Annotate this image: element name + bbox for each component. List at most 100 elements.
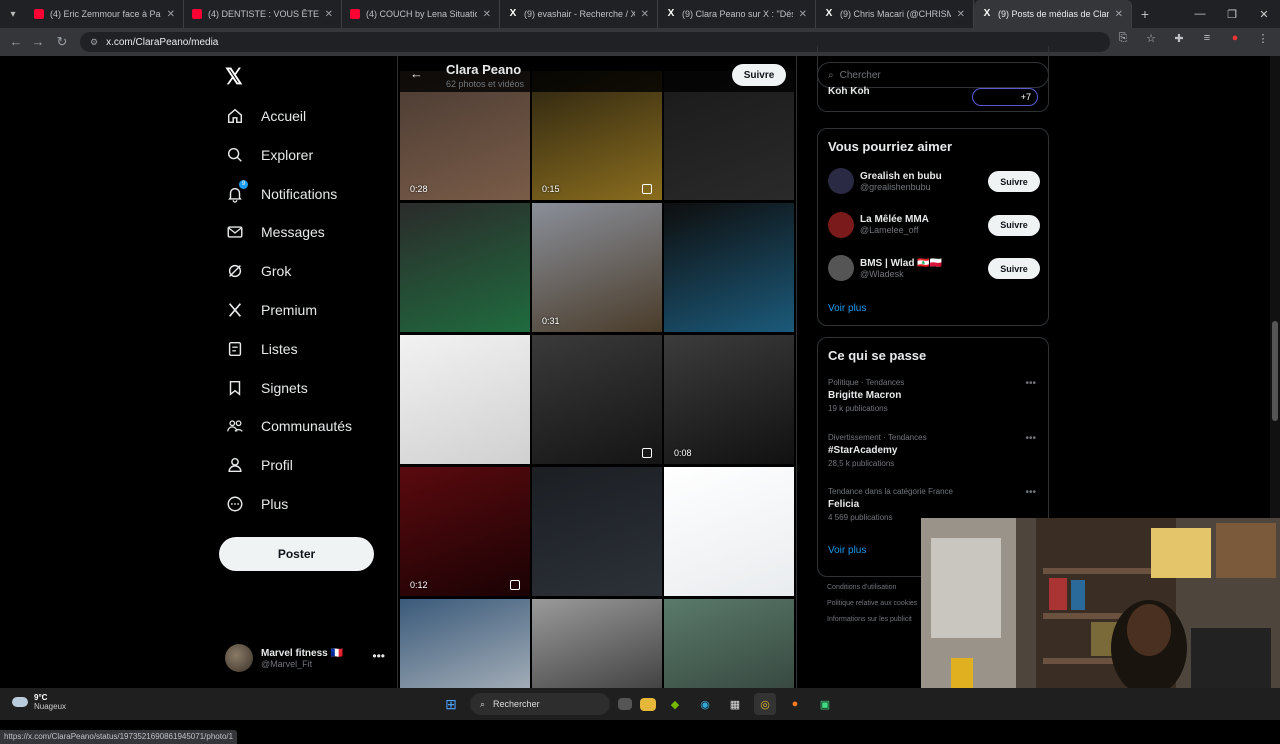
app-icon[interactable]: ▣ [814, 693, 836, 715]
browser-tab[interactable]: (4) DENTISTE : VOUS ÊTES SALI ✕ [184, 0, 342, 28]
chrome-icon[interactable]: ◎ [754, 693, 776, 715]
browser-tab[interactable]: X (9) Clara Peano sur X : "Désolé ✕ [658, 0, 816, 28]
nav-item-listes[interactable]: Listes [225, 334, 298, 364]
media-thumbnail[interactable] [400, 203, 530, 332]
envelope-icon [225, 222, 245, 242]
follow-button[interactable]: Suivre [988, 214, 1040, 236]
group-avatars-badge[interactable]: +7 [972, 88, 1038, 106]
site-info-icon[interactable]: ⚙ [90, 37, 98, 48]
edge-icon[interactable]: ◉ [694, 693, 716, 715]
avatar [828, 168, 854, 194]
trend-category: Politique · Tendances [828, 378, 905, 387]
trend-item[interactable]: Divertissement · Tendances #StarAcademy 28… [828, 433, 1040, 468]
browser-tab[interactable]: X (9) Posts de médias de Clara Pe ✕ [974, 0, 1132, 28]
extensions-icon[interactable]: ✚ [1170, 32, 1188, 45]
video-duration: 0:12 [410, 580, 428, 590]
media-thumbnail[interactable] [664, 467, 794, 596]
nav-item-communautés[interactable]: Communautés [225, 411, 352, 441]
close-tab-icon[interactable]: ✕ [325, 9, 333, 20]
more-circle-icon [225, 494, 245, 514]
close-tab-icon[interactable]: ✕ [957, 9, 965, 20]
footer-link[interactable]: Conditions d'utilisation [827, 580, 917, 596]
close-window-button[interactable]: ✕ [1248, 0, 1280, 28]
nav-item-signets[interactable]: Signets [225, 373, 308, 403]
firefox-icon[interactable]: ● [784, 693, 806, 715]
profile-avatar-icon[interactable]: ● [1226, 32, 1244, 45]
nav-item-profil[interactable]: Profil [225, 450, 293, 480]
suggestion-row[interactable]: La Mêlée MMA @Lamelee_off Suivre [828, 210, 1040, 240]
install-icon[interactable]: ⎘ [1114, 32, 1132, 45]
browser-tab[interactable]: X (9) Chris Macari (@CHRISMAC ✕ [816, 0, 974, 28]
bookmark-star-icon[interactable]: ☆ [1142, 32, 1160, 45]
close-tab-icon[interactable]: ✕ [799, 9, 807, 20]
footer-link[interactable]: Politique relative aux cookies [827, 596, 917, 612]
nav-item-notifications[interactable]: 9 Notifications [225, 179, 337, 209]
weather-widget[interactable]: 9°C Nuageux [12, 693, 66, 711]
media-thumbnail[interactable] [532, 335, 662, 464]
post-button[interactable]: Poster [219, 537, 374, 571]
suggestion-row[interactable]: Grealish en bubu @grealishenbubu Suivre [828, 166, 1040, 196]
back-arrow-icon[interactable]: ← [410, 66, 423, 81]
media-thumbnail[interactable] [400, 599, 530, 688]
suggestion-row[interactable]: BMS | Wlad 🇱🇧🇵🇱 @Wladesk Suivre [828, 253, 1040, 283]
close-tab-icon[interactable]: ✕ [483, 9, 491, 20]
minimize-button[interactable]: — [1184, 0, 1216, 28]
footer-link[interactable]: Informations sur les publicit [827, 612, 917, 628]
more-dots-icon[interactable]: ••• [1025, 378, 1036, 389]
account-switcher[interactable]: Marvel fitness 🇫🇷 @Marvel_Fit ••• [225, 641, 385, 675]
follow-button[interactable]: Suivre [988, 171, 1040, 192]
media-thumbnail[interactable] [400, 335, 530, 464]
reading-list-icon[interactable]: ≡ [1198, 32, 1216, 45]
scrollbar-thumb[interactable] [1272, 321, 1278, 421]
tab-list-button[interactable]: ▾ [0, 0, 26, 28]
media-thumbnail[interactable]: 0:12 [400, 467, 530, 596]
nav-item-messages[interactable]: Messages [225, 217, 325, 247]
taskbar-search[interactable]: ⌕ Rechercher [470, 693, 610, 715]
file-explorer-icon[interactable] [640, 697, 656, 711]
browser-tab[interactable]: (4) Eric Zemmour face à Pascal ✕ [26, 0, 184, 28]
media-thumbnail[interactable]: 0:31 [532, 203, 662, 332]
media-thumbnail[interactable]: 0:20 [664, 599, 794, 688]
forward-arrow-icon[interactable]: → [26, 34, 50, 49]
trends-see-more-link[interactable]: Voir plus [828, 545, 866, 556]
media-thumbnail[interactable]: 0:08 [664, 335, 794, 464]
follow-button[interactable]: Suivre [732, 64, 786, 86]
x-logo-icon[interactable]: 𝕏 [225, 64, 243, 90]
browser-tab[interactable]: X (9) evashair - Recherche / X ✕ [500, 0, 658, 28]
close-tab-icon[interactable]: ✕ [167, 9, 175, 20]
close-tab-icon[interactable]: ✕ [641, 9, 649, 20]
url-text: x.com/ClaraPeano/media [106, 36, 219, 48]
nav-item-premium[interactable]: Premium [225, 295, 317, 325]
media-thumbnail[interactable] [532, 599, 662, 688]
avatar [828, 255, 854, 281]
back-arrow-icon[interactable]: ← [4, 34, 28, 49]
more-dots-icon[interactable]: ••• [1025, 487, 1036, 498]
nav-item-accueil[interactable]: Accueil [225, 101, 306, 131]
trend-title: #StarAcademy [828, 444, 898, 456]
browser-menu-icon[interactable]: ⋮ [1254, 32, 1272, 45]
media-thumbnail[interactable] [664, 203, 794, 332]
task-view-icon[interactable] [618, 698, 632, 710]
trend-item[interactable]: Tendance dans la catégorie France Felicia… [828, 487, 1040, 522]
new-tab-button[interactable]: + [1132, 6, 1158, 22]
close-tab-icon[interactable]: ✕ [1115, 9, 1123, 20]
left-navigation: 𝕏 Accueil Explorer 9 Notifications Messages G… [215, 56, 395, 688]
store-icon[interactable]: ▦ [724, 693, 746, 715]
youtube-icon [350, 9, 360, 19]
nav-item-plus[interactable]: Plus [225, 489, 288, 519]
follow-button[interactable]: Suivre [988, 258, 1040, 279]
nav-item-explorer[interactable]: Explorer [225, 140, 313, 170]
trend-item[interactable]: Politique · Tendances Brigitte Macron 19 k… [828, 378, 1040, 413]
more-dots-icon[interactable]: ••• [372, 649, 385, 663]
browser-tab[interactable]: (4) COUCH by Lena Situations ✕ [342, 0, 500, 28]
more-dots-icon[interactable]: ••• [1025, 433, 1036, 444]
see-more-link[interactable]: Voir plus [828, 303, 866, 314]
tab-title: (4) Eric Zemmour face à Pascal [50, 9, 161, 19]
nav-item-grok[interactable]: Grok [225, 256, 291, 286]
windows-start-icon[interactable]: ⊞ [440, 693, 462, 715]
reload-icon[interactable]: ↻ [50, 34, 74, 50]
media-thumbnail[interactable] [532, 467, 662, 596]
maximize-button[interactable]: ❐ [1216, 0, 1248, 28]
video-duration: 0:28 [410, 184, 428, 194]
nvidia-icon[interactable]: ◆ [664, 693, 686, 715]
